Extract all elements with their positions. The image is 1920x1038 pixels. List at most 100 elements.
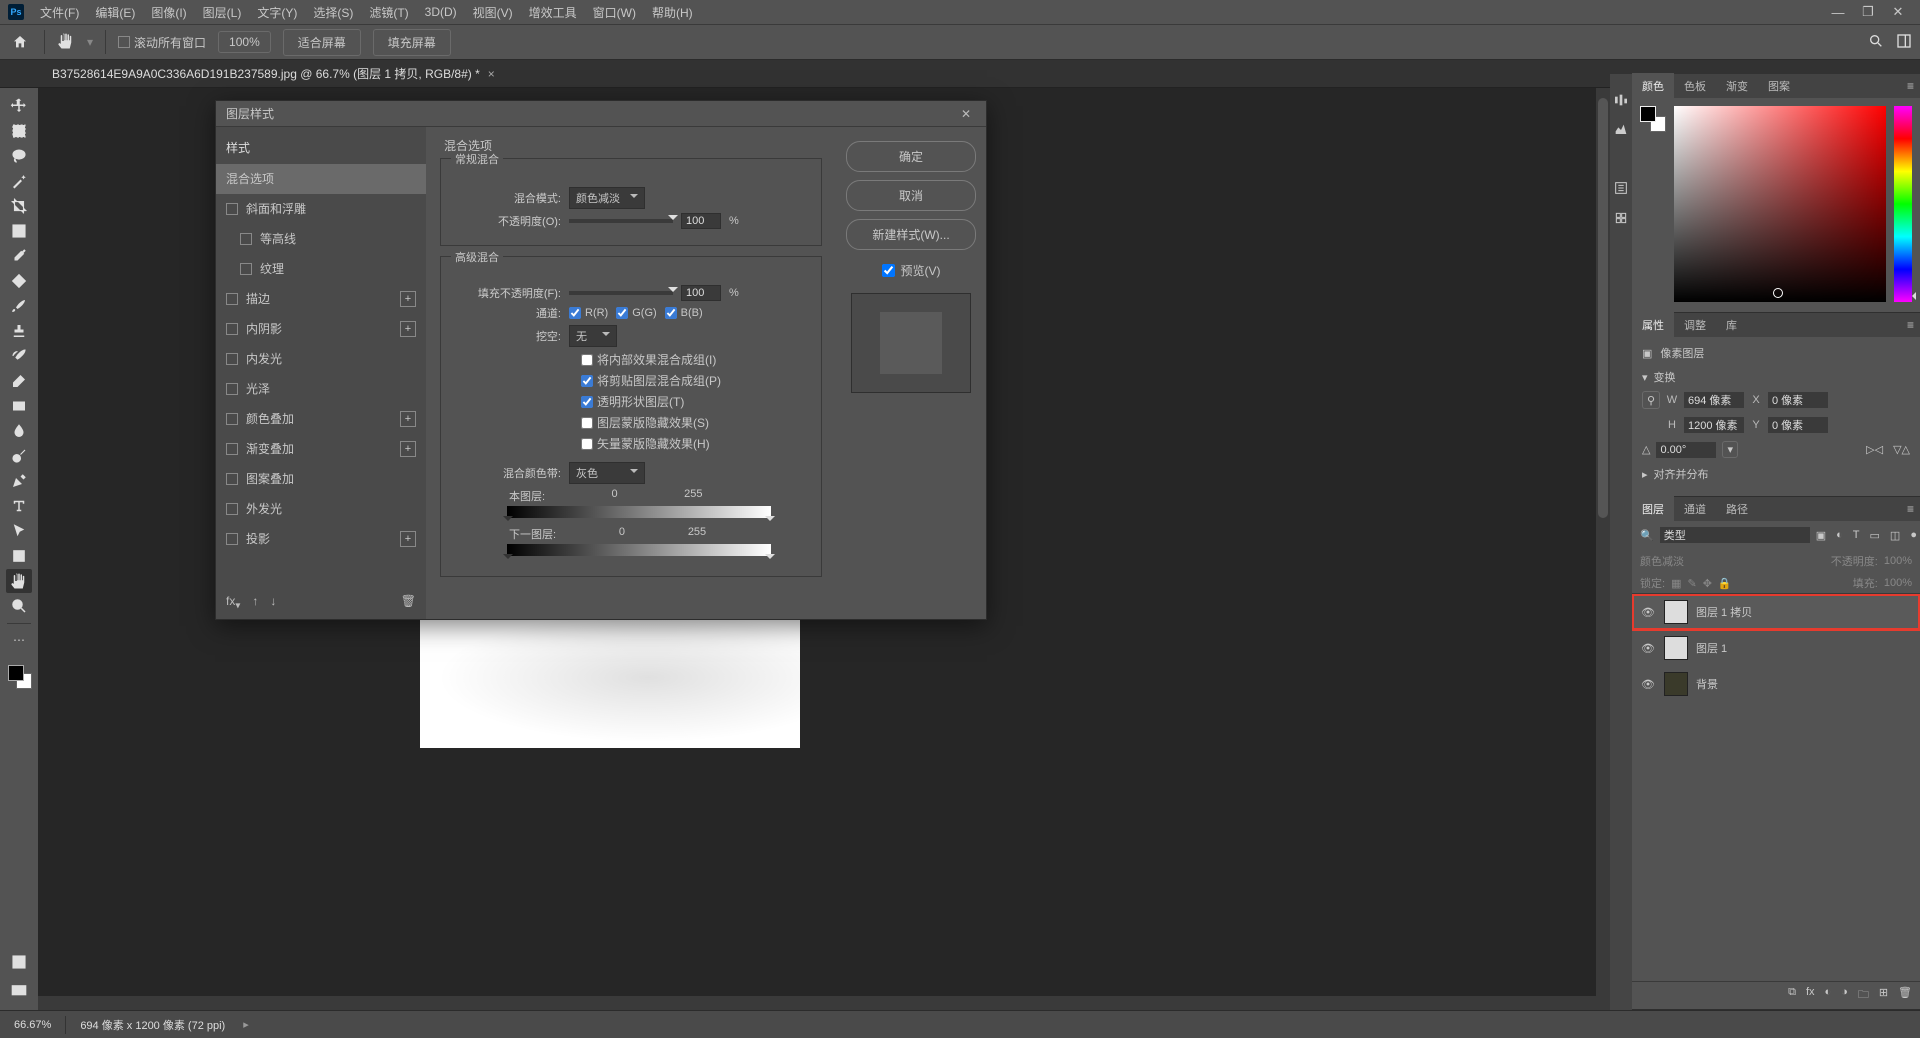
visibility-icon[interactable]: 👁 bbox=[1640, 606, 1656, 619]
tab-paths[interactable]: 路径 bbox=[1716, 496, 1758, 522]
vector-mask-hide-checkbox[interactable]: 矢量蒙版隐藏效果(H) bbox=[581, 435, 811, 452]
link-wh-icon[interactable]: ⚲ bbox=[1642, 391, 1660, 409]
knockout-dropdown[interactable]: 无 bbox=[569, 325, 617, 347]
workspace-icon[interactable] bbox=[1896, 33, 1912, 52]
add-color-overlay-icon[interactable]: + bbox=[400, 411, 416, 427]
eyedropper-tool[interactable] bbox=[6, 244, 32, 268]
style-satin[interactable]: 光泽 bbox=[216, 374, 426, 404]
screenmode-icon[interactable] bbox=[6, 979, 32, 1003]
move-up-icon[interactable]: ↑ bbox=[252, 594, 258, 611]
style-outer-glow[interactable]: 外发光 bbox=[216, 494, 426, 524]
tab-color[interactable]: 颜色 bbox=[1632, 73, 1674, 99]
type-tool[interactable] bbox=[6, 494, 32, 518]
status-doc-info[interactable]: 694 像素 x 1200 像素 (72 ppi) bbox=[80, 1017, 225, 1033]
gradient-tool[interactable] bbox=[6, 394, 32, 418]
tab-channels[interactable]: 通道 bbox=[1674, 496, 1716, 522]
style-inner-glow[interactable]: 内发光 bbox=[216, 344, 426, 374]
fill-opacity-slider[interactable] bbox=[569, 291, 673, 295]
width-input[interactable] bbox=[1684, 392, 1744, 408]
fit-screen-button[interactable]: 适合屏幕 bbox=[283, 29, 361, 56]
quickmask-icon[interactable] bbox=[6, 950, 32, 974]
color-field[interactable] bbox=[1674, 106, 1886, 302]
healing-tool[interactable] bbox=[6, 269, 32, 293]
visibility-icon[interactable]: 👁 bbox=[1640, 678, 1656, 691]
flip-h-icon[interactable]: ▷◁ bbox=[1866, 443, 1883, 456]
dialog-close-icon[interactable]: ✕ bbox=[956, 104, 976, 124]
hue-slider[interactable] bbox=[1894, 106, 1912, 302]
filter-search-icon[interactable]: 🔍 bbox=[1640, 529, 1654, 542]
crop-tool[interactable] bbox=[6, 194, 32, 218]
cancel-button[interactable]: 取消 bbox=[846, 180, 976, 211]
delete-layer-icon[interactable]: 🗑 bbox=[1898, 986, 1912, 1005]
add-gradient-overlay-icon[interactable]: + bbox=[400, 441, 416, 457]
hand-tool[interactable] bbox=[6, 569, 32, 593]
lock-pixels-icon[interactable]: ▦ bbox=[1671, 577, 1681, 590]
channel-r-checkbox[interactable]: R(R) bbox=[569, 307, 608, 319]
search-icon[interactable] bbox=[1868, 33, 1884, 52]
blend-clipped-checkbox[interactable]: 将剪贴图层混合成组(P) bbox=[581, 372, 811, 389]
angle-dropdown[interactable]: ▾ bbox=[1722, 441, 1738, 458]
opacity-slider[interactable] bbox=[569, 219, 673, 223]
lock-all-icon[interactable]: 🔒 bbox=[1718, 577, 1732, 590]
layer-row[interactable]: 👁 图层 1 拷贝 bbox=[1632, 594, 1920, 630]
preview-checkbox[interactable]: 预览(V) bbox=[846, 262, 976, 279]
brush-tool[interactable] bbox=[6, 294, 32, 318]
opacity-input[interactable] bbox=[681, 213, 721, 229]
menu-type[interactable]: 文字(Y) bbox=[249, 0, 305, 25]
menu-filter[interactable]: 滤镜(T) bbox=[361, 0, 416, 25]
layer-mask-hide-checkbox[interactable]: 图层蒙版隐藏效果(S) bbox=[581, 414, 811, 431]
transform-section[interactable]: ▾变换 bbox=[1642, 369, 1910, 385]
pen-tool[interactable] bbox=[6, 469, 32, 493]
align-section[interactable]: ▸对齐并分布 bbox=[1642, 466, 1910, 482]
document-tab[interactable]: B37528614E9A9A0C336A6D191B237589.jpg @ 6… bbox=[42, 60, 505, 87]
style-blend-options[interactable]: 混合选项 bbox=[216, 164, 426, 194]
color-swatches[interactable] bbox=[6, 663, 32, 689]
style-texture[interactable]: 纹理 bbox=[216, 254, 426, 284]
dock-icon-1[interactable] bbox=[1613, 92, 1629, 108]
fg-bg-swatch[interactable] bbox=[1640, 106, 1666, 132]
adjustment-icon[interactable]: ◑ bbox=[1841, 986, 1848, 1005]
channel-b-checkbox[interactable]: B(B) bbox=[665, 307, 703, 319]
style-stroke[interactable]: 描边+ bbox=[216, 284, 426, 314]
layer-row[interactable]: 👁 背景 bbox=[1632, 666, 1920, 702]
add-inner-shadow-icon[interactable]: + bbox=[400, 321, 416, 337]
lock-position-icon[interactable]: ✎ bbox=[1687, 577, 1696, 590]
menu-view[interactable]: 视图(V) bbox=[465, 0, 521, 25]
filter-toggle-icon[interactable]: ● bbox=[1910, 529, 1917, 542]
fill-opacity-input[interactable] bbox=[681, 285, 721, 301]
underlying-layer-slider[interactable] bbox=[507, 544, 771, 556]
visibility-icon[interactable]: 👁 bbox=[1640, 642, 1656, 655]
style-gradient-overlay[interactable]: 渐变叠加+ bbox=[216, 434, 426, 464]
menu-help[interactable]: 帮助(H) bbox=[644, 0, 701, 25]
tab-layers[interactable]: 图层 bbox=[1632, 496, 1674, 522]
style-inner-shadow[interactable]: 内阴影+ bbox=[216, 314, 426, 344]
path-select-tool[interactable] bbox=[6, 519, 32, 543]
zoom-dropdown[interactable]: 100% bbox=[218, 31, 271, 53]
dock-icon-3[interactable] bbox=[1613, 180, 1629, 196]
window-restore[interactable]: ❐ bbox=[1860, 4, 1876, 20]
style-drop-shadow[interactable]: 投影+ bbox=[216, 524, 426, 554]
shape-tool[interactable] bbox=[6, 544, 32, 568]
menu-window[interactable]: 窗口(W) bbox=[585, 0, 644, 25]
style-pattern-overlay[interactable]: 图案叠加 bbox=[216, 464, 426, 494]
style-contour[interactable]: 等高线 bbox=[216, 224, 426, 254]
tab-libraries[interactable]: 库 bbox=[1716, 312, 1747, 338]
move-tool[interactable] bbox=[6, 94, 32, 118]
style-bevel[interactable]: 斜面和浮雕 bbox=[216, 194, 426, 224]
tab-swatches[interactable]: 色板 bbox=[1674, 73, 1716, 99]
ok-button[interactable]: 确定 bbox=[846, 141, 976, 172]
menu-edit[interactable]: 编辑(E) bbox=[87, 0, 143, 25]
move-down-icon[interactable]: ↓ bbox=[270, 594, 276, 611]
home-button[interactable] bbox=[8, 30, 32, 54]
dodge-tool[interactable] bbox=[6, 444, 32, 468]
style-color-overlay[interactable]: 颜色叠加+ bbox=[216, 404, 426, 434]
status-zoom[interactable]: 66.67% bbox=[14, 1019, 51, 1031]
tab-patterns[interactable]: 图案 bbox=[1758, 73, 1800, 99]
layer-row[interactable]: 👁 图层 1 bbox=[1632, 630, 1920, 666]
document-canvas[interactable] bbox=[420, 620, 800, 748]
y-input[interactable] bbox=[1768, 417, 1828, 433]
history-brush-tool[interactable] bbox=[6, 344, 32, 368]
scrollbar-horizontal[interactable] bbox=[38, 996, 1596, 1010]
dock-icon-2[interactable] bbox=[1613, 122, 1629, 138]
channel-g-checkbox[interactable]: G(G) bbox=[616, 307, 656, 319]
